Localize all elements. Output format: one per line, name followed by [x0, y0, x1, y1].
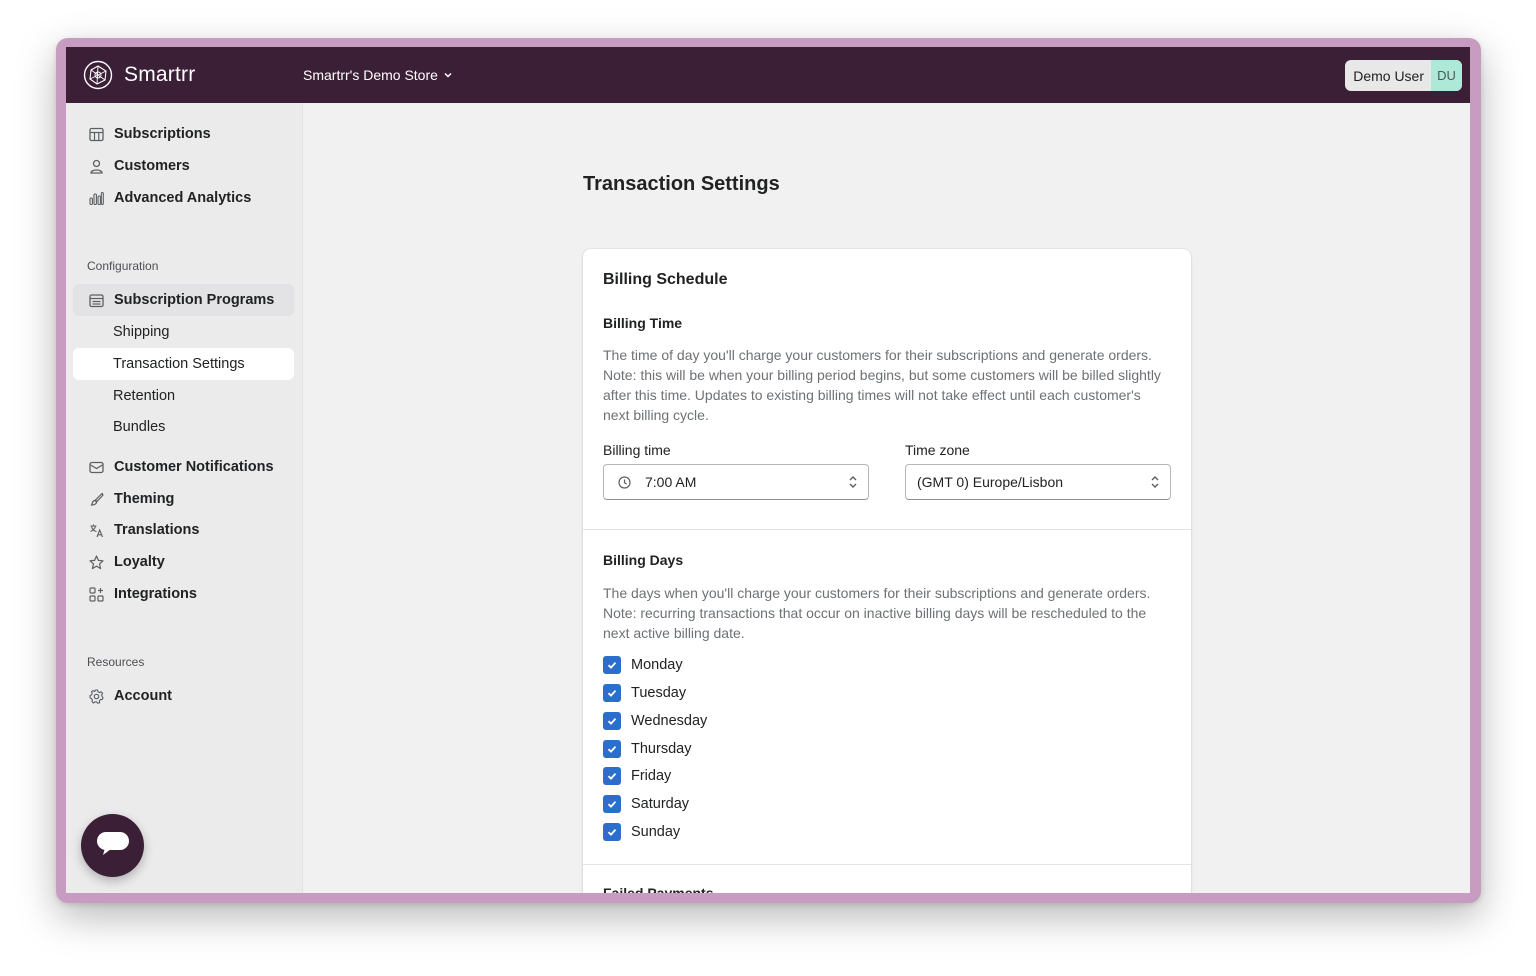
checkmark-icon	[603, 767, 621, 785]
sidebar-item-customers[interactable]: Customers	[73, 150, 294, 182]
sidebar-item-label: Customer Notifications	[114, 459, 274, 475]
billing-time-description: The time of day you'll charge your custo…	[603, 347, 1161, 423]
checkmark-icon	[603, 656, 621, 674]
sidebar-item-loyalty[interactable]: Loyalty	[73, 546, 294, 578]
checkmark-icon	[603, 795, 621, 813]
select-arrows-icon	[838, 475, 868, 489]
sidebar-item-customer-notifications[interactable]: Customer Notifications	[73, 451, 294, 483]
sidebar-item-label: Advanced Analytics	[114, 190, 252, 206]
sidebar-item-label: Integrations	[114, 586, 197, 602]
day-label: Friday	[631, 768, 672, 784]
calendar-icon	[88, 292, 104, 308]
day-checkbox-saturday[interactable]: Saturday	[603, 794, 689, 814]
section-label-configuration: Configuration	[87, 259, 159, 273]
billing-time-label: Billing time	[603, 442, 671, 458]
day-checkbox-tuesday[interactable]: Tuesday	[603, 683, 686, 703]
day-checkbox-friday[interactable]: Friday	[603, 766, 671, 786]
sidebar-item-label: Customers	[114, 158, 190, 174]
day-label: Monday	[631, 657, 683, 673]
day-checkbox-thursday[interactable]: Thursday	[603, 739, 691, 759]
day-label: Sunday	[631, 824, 681, 840]
brand-name: Smartrr	[124, 63, 196, 86]
sidebar-item-integrations[interactable]: Integrations	[73, 578, 294, 610]
apps-icon	[88, 586, 104, 602]
chat-button[interactable]	[81, 814, 144, 877]
billing-days-description: The days when you'll charge your custome…	[603, 585, 1151, 641]
translate-icon	[88, 522, 104, 538]
time-zone-value: (GMT 0) Europe/Lisbon	[917, 474, 1064, 490]
day-label: Thursday	[631, 741, 692, 757]
envelope-icon	[88, 459, 104, 475]
day-label: Wednesday	[631, 713, 708, 729]
sidebar-item-translations[interactable]: Translations	[73, 514, 294, 546]
sidebar-subitem-transaction-settings[interactable]: Transaction Settings	[73, 348, 294, 380]
failed-payments-heading: Failed Payments	[603, 885, 714, 893]
avatar: DU	[1431, 60, 1462, 91]
sidebar-subitem-bundles[interactable]: Bundles	[73, 411, 294, 443]
store-selector[interactable]: Smartrr's Demo Store	[303, 47, 453, 103]
sidebar-item-label: Loyalty	[114, 554, 165, 570]
billing-days-heading: Billing Days	[603, 552, 684, 568]
sidebar-item-subscriptions[interactable]: Subscriptions	[73, 118, 294, 150]
day-label: Tuesday	[631, 685, 687, 701]
billing-time-select[interactable]: 7:00 AM	[603, 464, 869, 500]
checkmark-icon	[603, 740, 621, 758]
sidebar-subitem-retention[interactable]: Retention	[73, 380, 294, 412]
clock-icon	[604, 475, 645, 489]
sidebar-item-advanced-analytics[interactable]: Advanced Analytics	[73, 182, 294, 214]
checkmark-icon	[603, 823, 621, 841]
star-icon	[88, 554, 104, 570]
section-divider	[583, 529, 1191, 530]
select-arrows-icon	[1140, 475, 1170, 489]
sidebar-subitem-shipping[interactable]: Shipping	[73, 316, 294, 348]
person-icon	[88, 158, 104, 174]
day-checkbox-monday[interactable]: Monday	[603, 655, 683, 675]
sidebar-item-label: Subscriptions	[114, 126, 211, 142]
smartrr-logo-icon	[83, 60, 113, 90]
checkmark-icon	[603, 684, 621, 702]
sidebar-item-label: Theming	[114, 491, 175, 507]
paint-brush-icon	[88, 491, 104, 507]
sidebar-item-subscription-programs[interactable]: Subscription Programs	[73, 284, 294, 316]
chat-bubble-icon	[96, 830, 130, 861]
time-zone-label: Time zone	[905, 442, 970, 458]
gear-icon	[88, 688, 104, 704]
sidebar-item-label: Account	[114, 688, 172, 704]
section-divider	[583, 864, 1191, 865]
store-name: Smartrr's Demo Store	[303, 67, 438, 83]
user-menu[interactable]: Demo User DU	[1345, 60, 1462, 91]
top-bar: Smartrr Smartrr's Demo Store Demo User D…	[66, 47, 1470, 103]
billing-time-heading: Billing Time	[603, 315, 683, 331]
page-title: Transaction Settings	[583, 173, 780, 195]
day-label: Saturday	[631, 796, 690, 812]
day-checkbox-sunday[interactable]: Sunday	[603, 822, 680, 842]
time-zone-select[interactable]: (GMT 0) Europe/Lisbon	[905, 464, 1171, 500]
table-icon	[88, 126, 104, 142]
sidebar-item-label: Translations	[114, 522, 200, 538]
sidebar: Subscriptions Customers Advanced Analyti…	[66, 103, 303, 893]
sidebar-item-label: Subscription Programs	[114, 292, 275, 308]
logo[interactable]: Smartrr	[83, 60, 195, 90]
card-title: Billing Schedule	[603, 271, 728, 288]
user-name: Demo User	[1353, 67, 1424, 84]
sidebar-item-account[interactable]: Account	[73, 680, 294, 712]
section-label-resources: Resources	[87, 655, 145, 669]
sidebar-item-theming[interactable]: Theming	[73, 483, 294, 515]
checkmark-icon	[603, 712, 621, 730]
billing-time-value: 7:00 AM	[645, 474, 697, 490]
billing-schedule-card: Billing Schedule Billing Time The time o…	[583, 249, 1191, 893]
chevron-down-icon	[438, 67, 453, 83]
day-checkbox-wednesday[interactable]: Wednesday	[603, 711, 707, 731]
app-window: Smartrr Smartrr's Demo Store Demo User D…	[66, 47, 1470, 893]
bar-chart-icon	[88, 190, 104, 206]
